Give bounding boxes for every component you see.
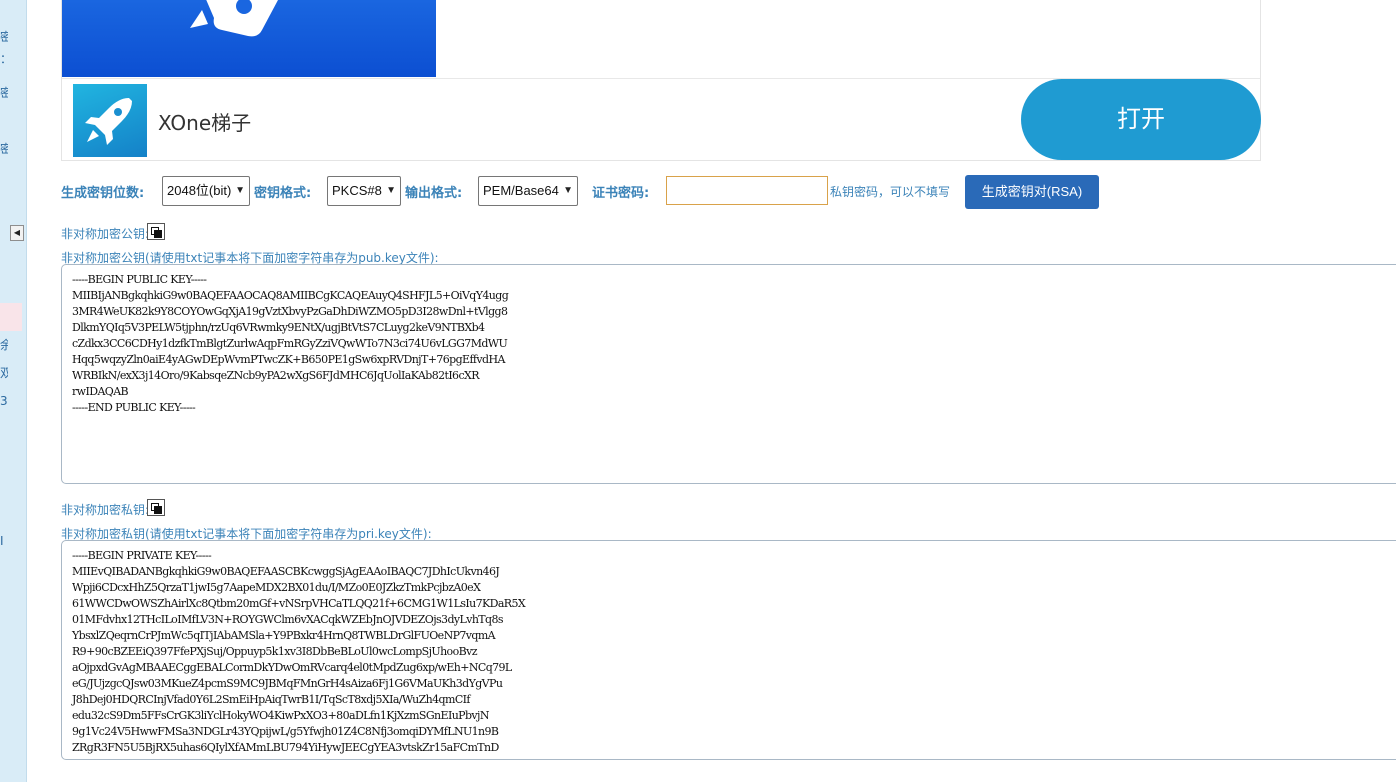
output-format-label: 输出格式:: [405, 186, 463, 201]
sidebar-active-item[interactable]: [0, 303, 22, 331]
rocket-icon: [85, 98, 132, 145]
key-bits-select[interactable]: 2048位(bit) ▼: [162, 176, 250, 206]
key-format-select[interactable]: PKCS#8 ▼: [327, 176, 401, 206]
sidebar-text-fragment: 3: [0, 394, 8, 408]
chevron-down-icon: ▼: [235, 185, 245, 196]
sidebar-text-fragment: 密: [0, 86, 8, 100]
sidebar-text-fragment: ：: [0, 52, 8, 66]
rocket-icon: [190, 0, 278, 37]
sidebar-text-fragment: 双: [0, 366, 8, 380]
sidebar-text-fragment: 余: [0, 338, 8, 352]
output-format-value: PEM/Base64: [483, 183, 559, 198]
sidebar-text-fragment: 密: [0, 142, 8, 156]
cert-password-input[interactable]: [666, 176, 828, 205]
key-format-label: 密钥格式:: [254, 186, 312, 201]
ad-banner-image[interactable]: [62, 0, 436, 77]
sidebar-text-fragment: I: [0, 534, 4, 548]
chevron-down-icon: ▼: [563, 185, 573, 196]
app-name: XOne梯子: [158, 111, 252, 135]
copy-icon[interactable]: [147, 223, 165, 240]
app-icon[interactable]: [73, 84, 147, 157]
key-bits-label: 生成密钥位数:: [61, 186, 145, 201]
password-hint: 私钥密码，可以不填写: [830, 185, 951, 199]
private-key-title: 非对称加密私钥:: [61, 503, 150, 517]
key-options-row: 生成密钥位数: 2048位(bit) ▼ 密钥格式: PKCS#8 ▼ 输出格式…: [61, 174, 1361, 210]
output-format-select[interactable]: PEM/Base64 ▼: [478, 176, 578, 206]
collapse-sidebar-button[interactable]: ◀: [10, 225, 24, 241]
left-sidebar: 密 ： 密 密 余 双 3 I: [0, 0, 27, 782]
private-key-textarea[interactable]: -----BEGIN PRIVATE KEY----- MIIEvQIBADAN…: [61, 540, 1396, 760]
public-key-textarea[interactable]: -----BEGIN PUBLIC KEY----- MIIBIjANBgkqh…: [61, 264, 1396, 484]
public-key-title: 非对称加密公钥:: [61, 227, 150, 241]
chevron-down-icon: ▼: [386, 185, 396, 196]
cert-password-label: 证书密码:: [592, 186, 650, 201]
key-bits-value: 2048位(bit): [167, 183, 232, 198]
generate-keypair-button[interactable]: 生成密钥对(RSA): [965, 175, 1099, 209]
ad-container: XOne梯子 打开: [61, 0, 1261, 161]
key-format-value: PKCS#8: [332, 183, 382, 198]
open-app-button[interactable]: 打开: [1021, 79, 1261, 160]
copy-icon[interactable]: [147, 499, 165, 516]
sidebar-text-fragment: 密: [0, 30, 8, 44]
